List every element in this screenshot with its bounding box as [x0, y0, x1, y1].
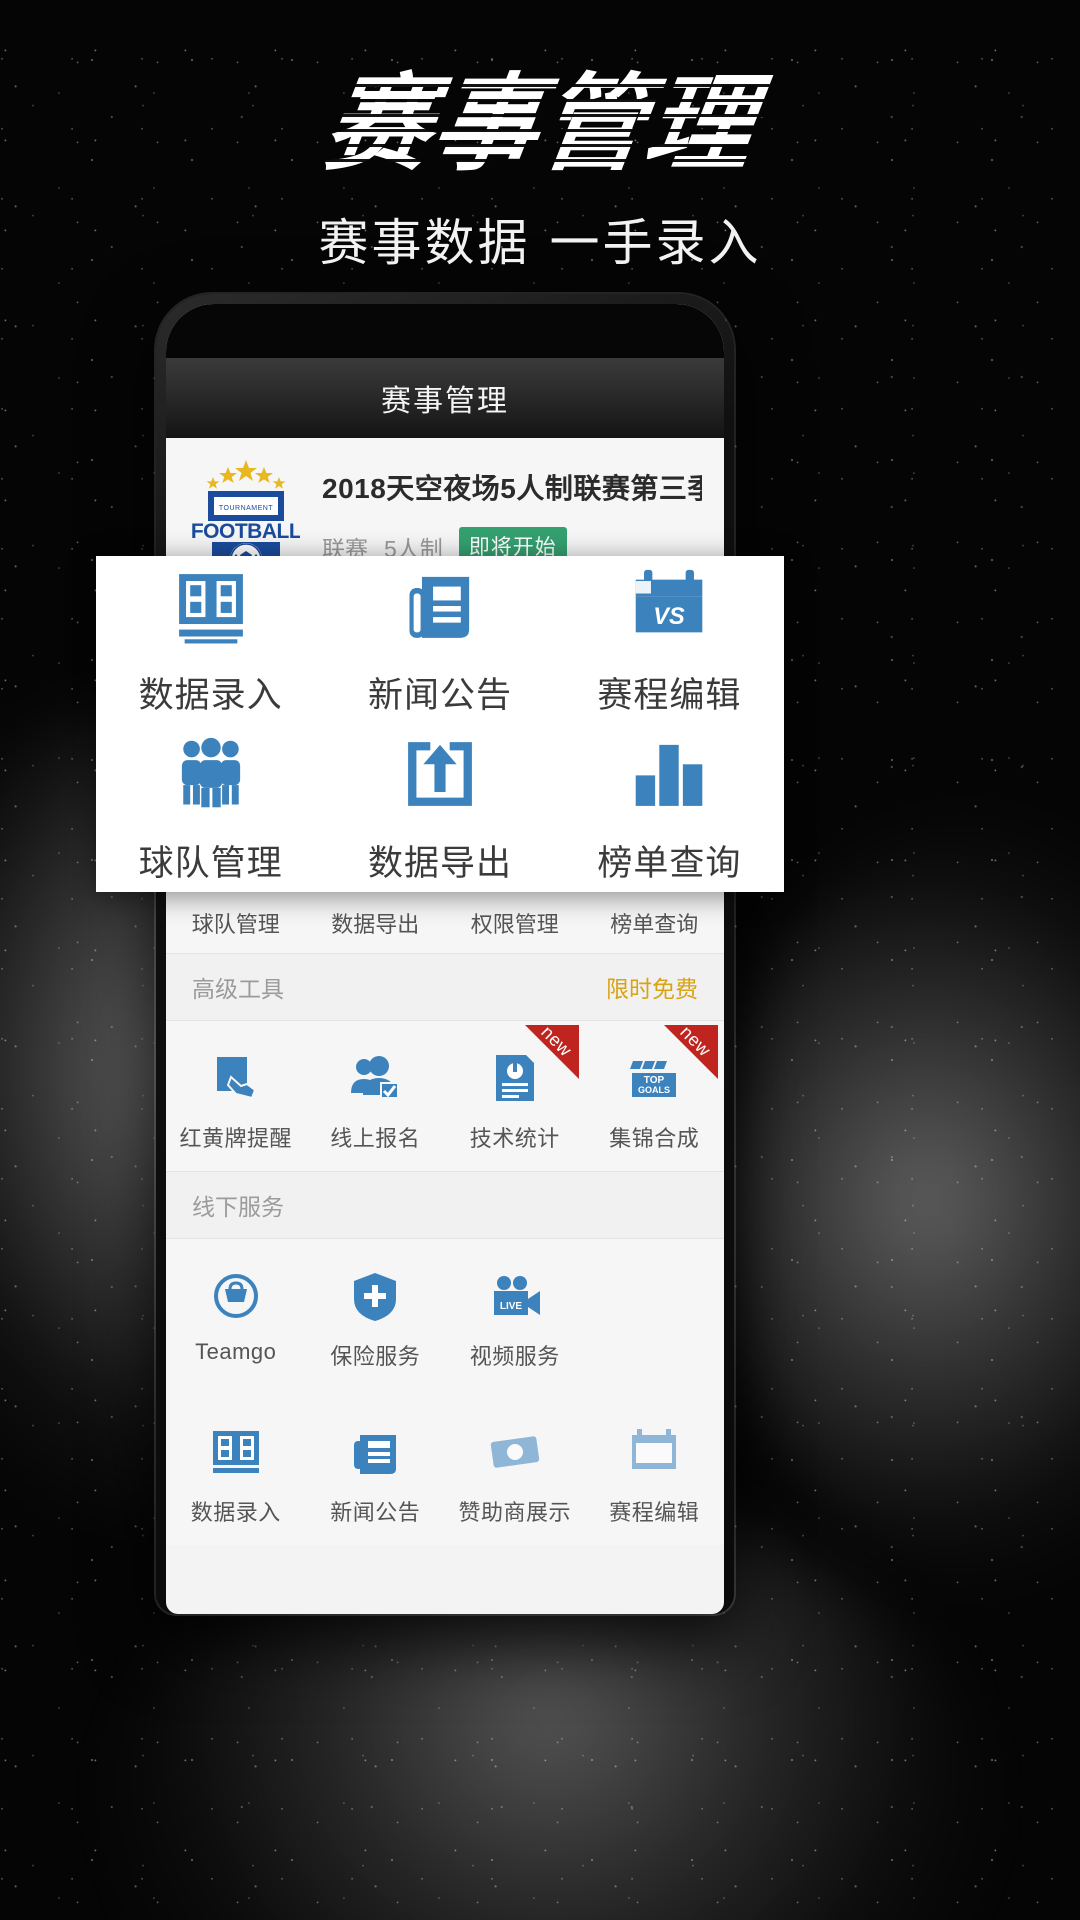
overlay-label: 赛程编辑 — [597, 675, 742, 715]
tool-card-reminder[interactable]: 红黄牌提醒 — [166, 1037, 306, 1157]
service-card-insurance[interactable]: 保险服务 — [306, 1255, 446, 1375]
bottom-card-news[interactable]: 新闻公告 — [306, 1411, 446, 1531]
export-up-icon — [408, 741, 472, 806]
money-icon — [490, 1436, 539, 1468]
bottom-label: 赞助商展示 — [458, 1500, 571, 1525]
tool-card-stats[interactable]: new 技术统计 — [445, 1022, 585, 1157]
service-card-teamgo[interactable]: Teamgo — [166, 1255, 306, 1375]
offline-services-grid: Teamgo 保险服务 LIVE 视频服务 — [166, 1239, 724, 1389]
service-label: 保险服务 — [330, 1344, 421, 1369]
calendar-vs-icon — [632, 1429, 677, 1469]
phone-screen: 赛事管理 TOURNAMENT FOOTBALL 2018天空夜场5人制联赛第三… — [166, 304, 724, 1614]
phone-status-strip — [166, 304, 724, 358]
service-label: Teamgo — [195, 1339, 277, 1364]
card-hand-icon — [216, 1057, 256, 1100]
overlay-label: 数据导出 — [367, 843, 512, 883]
overlay-item-team-manage[interactable]: 球队管理 — [96, 731, 325, 886]
tool-card-signup[interactable]: 线上报名 — [306, 1037, 446, 1157]
tool-label: 集锦合成 — [609, 1126, 700, 1151]
overlay-item-news[interactable]: 新闻公告 — [325, 563, 554, 718]
advanced-tools-title: 高级工具 — [192, 976, 284, 1002]
overlay-item-export[interactable]: 数据导出 — [325, 731, 554, 886]
service-card-empty — [585, 1255, 725, 1375]
service-card-video[interactable]: LIVE 视频服务 — [445, 1255, 585, 1375]
offline-services-header: 线下服务 — [166, 1171, 724, 1239]
bottom-card-schedule[interactable]: 赛程编辑 — [585, 1411, 725, 1531]
label-permissions[interactable]: 权限管理 — [445, 907, 585, 939]
bottom-label: 新闻公告 — [330, 1500, 421, 1525]
basic-tools-labels[interactable]: 球队管理 数据导出 权限管理 榜单查询 — [166, 899, 724, 953]
overlay-label: 数据录入 — [138, 675, 283, 715]
bar-chart-icon — [636, 744, 703, 806]
advanced-tools-header: 高级工具 限时免费 — [166, 953, 724, 1021]
bottom-card-data-entry[interactable]: 数据录入 — [166, 1411, 306, 1531]
overlay-label: 榜单查询 — [597, 843, 742, 883]
calendar-vs-icon: VS — [636, 569, 703, 632]
tool-label: 技术统计 — [469, 1126, 560, 1151]
shield-plus-icon — [354, 1273, 397, 1321]
app-navbar: 赛事管理 — [166, 358, 724, 438]
overlay-item-ranking[interactable]: 榜单查询 — [555, 731, 784, 886]
navbar-title: 赛事管理 — [381, 385, 509, 418]
bottom-label: 数据录入 — [190, 1500, 281, 1525]
league-info: 2018天空夜场5人制联赛第三季 联赛 5人制 即将开始 — [322, 467, 702, 567]
label-ranking[interactable]: 榜单查询 — [585, 907, 725, 939]
page-subtitle: 赛事数据 一手录入 — [318, 214, 762, 272]
overlay-label: 球队管理 — [138, 843, 283, 883]
new-badge: new — [524, 1022, 579, 1079]
advanced-tools-grid: 红黄牌提醒 线上报名 new 技术统计 new TOP GOALS 集锦合成 — [166, 1021, 724, 1171]
advanced-tools-promo: 限时免费 — [606, 976, 698, 1002]
feature-overlay-panel: 数据录入 新闻公告 VS 赛程编辑 球队管理 数据导出 榜单查询 — [96, 556, 784, 892]
league-title: 2018天空夜场5人制联赛第三季 — [322, 473, 702, 504]
team-people-icon — [181, 737, 240, 807]
overlay-label: 新闻公告 — [367, 675, 512, 715]
tool-label: 红黄牌提醒 — [179, 1126, 292, 1151]
offline-services-title: 线下服务 — [192, 1194, 284, 1220]
bottom-label: 赛程编辑 — [609, 1500, 700, 1525]
scoreboard-icon — [178, 573, 243, 643]
phone-mockup: 赛事管理 TOURNAMENT FOOTBALL 2018天空夜场5人制联赛第三… — [156, 294, 734, 1614]
svg-text:TOURNAMENT: TOURNAMENT — [219, 505, 273, 512]
tool-card-highlights[interactable]: new TOP GOALS 集锦合成 — [585, 1022, 725, 1157]
newspaper-icon — [409, 576, 470, 638]
svg-text:GOALS: GOALS — [638, 1085, 670, 1095]
label-data-export[interactable]: 数据导出 — [306, 907, 446, 939]
people-check-icon — [351, 1056, 400, 1099]
teamgo-icon — [213, 1274, 258, 1318]
svg-text:VS: VS — [654, 603, 686, 629]
hero-header: 赛事管理 赛事数据 一手录入 — [0, 0, 1080, 275]
svg-text:LIVE: LIVE — [500, 1301, 523, 1312]
label-team-manage[interactable]: 球队管理 — [166, 907, 306, 939]
svg-text:FOOTBALL: FOOTBALL — [192, 520, 300, 543]
live-camera-icon: LIVE — [493, 1276, 540, 1315]
newspaper-icon — [354, 1435, 397, 1474]
scoreboard-icon — [212, 1431, 259, 1473]
page-title: 赛事管理 — [317, 63, 763, 185]
overlay-item-data-entry[interactable]: 数据录入 — [96, 563, 325, 718]
new-badge: new — [664, 1022, 718, 1079]
bottom-card-sponsor[interactable]: 赞助商展示 — [445, 1411, 585, 1531]
bottom-tools-grid: 数据录入 新闻公告 赞助商展示 赛程编辑 — [166, 1389, 724, 1545]
service-label: 视频服务 — [469, 1344, 560, 1369]
tool-label: 线上报名 — [330, 1126, 421, 1151]
overlay-item-schedule[interactable]: VS 赛程编辑 — [555, 563, 784, 718]
